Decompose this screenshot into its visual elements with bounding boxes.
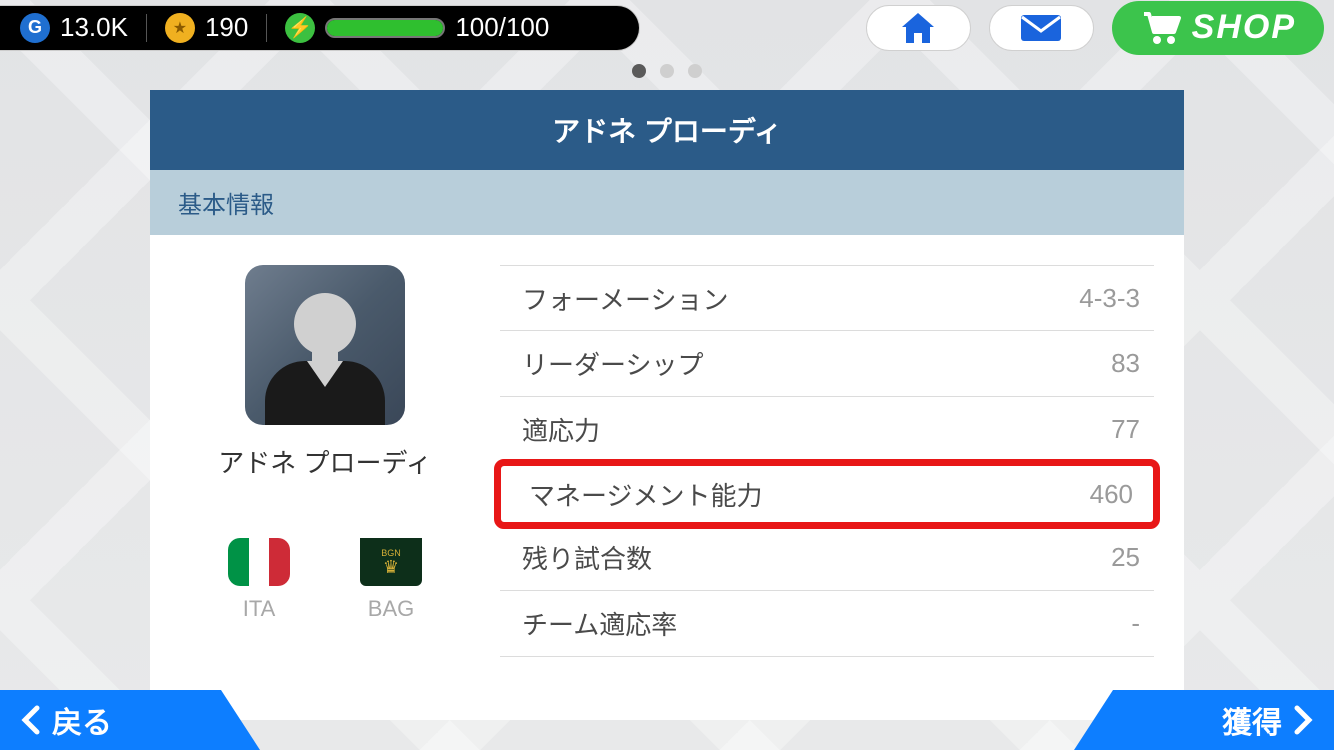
coach-info-card: アドネ プローディ 基本情報 アドネ プローディ ITA BGN ♛	[150, 90, 1184, 720]
highlight-annotation: マネージメント能力 460	[494, 459, 1160, 529]
home-button[interactable]	[866, 5, 971, 51]
card-title: アドネ プローディ	[150, 90, 1184, 170]
stats-panel: フォーメーション 4-3-3 リーダーシップ 83 適応力 77 マネージメント…	[500, 265, 1184, 657]
stat-value: 25	[1111, 542, 1140, 573]
stat-value: 83	[1111, 348, 1140, 379]
stat-label: フォーメーション	[522, 280, 728, 317]
stat-row-matches-left: 残り試合数 25	[500, 525, 1154, 591]
gold-amount: 13.0K	[60, 12, 128, 43]
currency-bar: G 13.0K ★ 190 ⚡ 100/100	[0, 5, 640, 51]
nation-code: ITA	[243, 596, 276, 622]
back-label: 戻る	[52, 698, 112, 742]
gold-currency[interactable]: G 13.0K	[20, 12, 128, 43]
coach-name: アドネ プローディ	[218, 443, 431, 480]
energy-meter[interactable]: ⚡ 100/100	[285, 12, 549, 43]
coin-amount: 190	[205, 12, 248, 43]
stat-label: 残り試合数	[522, 539, 652, 576]
club-code: BAG	[368, 596, 414, 622]
stat-value: -	[1131, 608, 1140, 639]
gold-coin-icon: ★	[165, 13, 195, 43]
energy-text: 100/100	[455, 12, 549, 43]
badge-row: ITA BGN ♛ BAG	[228, 538, 422, 622]
stat-value: 77	[1111, 414, 1140, 445]
chevron-right-icon	[1292, 705, 1314, 735]
page-dots	[632, 64, 702, 78]
stat-row-management: マネージメント能力 460	[501, 466, 1153, 522]
stat-row-leadership: リーダーシップ 83	[500, 331, 1154, 397]
top-bar: G 13.0K ★ 190 ⚡ 100/100 SHOP	[0, 0, 1334, 55]
page-dot[interactable]	[660, 64, 674, 78]
stat-label: チーム適応率	[522, 605, 677, 642]
coach-avatar	[245, 265, 405, 425]
stat-label: マネージメント能力	[529, 476, 762, 513]
stat-value: 4-3-3	[1079, 283, 1140, 314]
mail-icon	[1020, 14, 1062, 42]
nation-badge: ITA	[228, 538, 290, 622]
stat-row-team-fit: チーム適応率 -	[500, 591, 1154, 657]
shop-label: SHOP	[1192, 8, 1296, 47]
blue-coin-icon: G	[20, 13, 50, 43]
coin-currency[interactable]: ★ 190	[165, 12, 248, 43]
divider	[146, 14, 147, 42]
bottom-nav: 戻る 獲得	[0, 690, 1334, 750]
cart-icon	[1140, 10, 1182, 46]
chevron-left-icon	[20, 705, 42, 735]
stat-row-formation: フォーメーション 4-3-3	[500, 265, 1154, 331]
back-button[interactable]: 戻る	[0, 690, 260, 750]
club-badge: BGN ♛ BAG	[360, 538, 422, 622]
italy-flag-icon	[228, 538, 290, 586]
page-dot[interactable]	[688, 64, 702, 78]
shop-button[interactable]: SHOP	[1112, 1, 1324, 55]
acquire-label: 獲得	[1222, 698, 1282, 742]
divider	[266, 14, 267, 42]
club-crest-icon: BGN ♛	[360, 538, 422, 586]
energy-bar	[325, 18, 445, 38]
stat-label: リーダーシップ	[522, 345, 703, 382]
card-subtitle: 基本情報	[150, 170, 1184, 235]
stat-row-adaptability: 適応力 77	[500, 397, 1154, 463]
mail-button[interactable]	[989, 5, 1094, 51]
stat-label: 適応力	[522, 411, 600, 448]
acquire-button[interactable]: 獲得	[1074, 690, 1334, 750]
coach-profile-panel: アドネ プローディ ITA BGN ♛ BAG	[150, 265, 500, 657]
energy-icon: ⚡	[285, 13, 315, 43]
stat-value: 460	[1090, 479, 1133, 510]
home-icon	[899, 11, 937, 45]
page-dot[interactable]	[632, 64, 646, 78]
